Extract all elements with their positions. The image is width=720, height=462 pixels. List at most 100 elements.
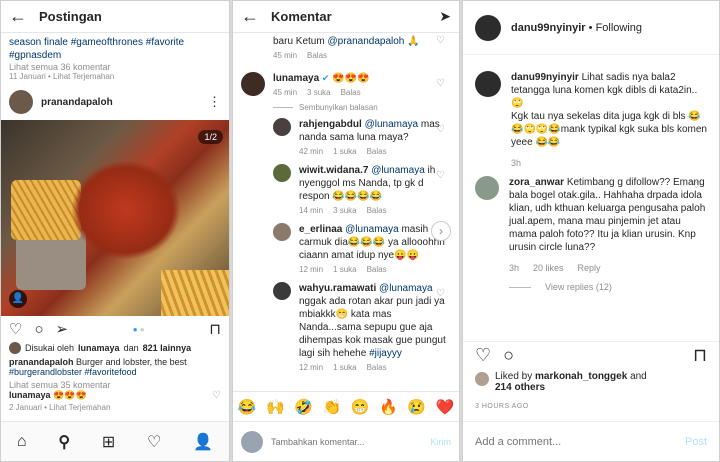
hide-replies[interactable]: Sembunyikan balasan	[233, 103, 459, 112]
comment-icon[interactable]: ○	[34, 321, 43, 338]
post-header: ← Postingan	[1, 1, 229, 33]
emoji-option[interactable]: 😢	[407, 398, 426, 416]
liked-count[interactable]: 821 lainnya	[143, 343, 192, 353]
comment-user[interactable]: danu99nyinyir	[511, 72, 579, 83]
liked-user[interactable]: markonah_tonggek	[535, 371, 627, 382]
reply-likes[interactable]: 1 suka	[333, 147, 357, 156]
view-all-comments[interactable]: Lihat semua 35 komentar	[9, 380, 221, 390]
more-options-icon[interactable]: ⋮	[208, 94, 221, 110]
reply-hashtag[interactable]: #jijayyy	[369, 348, 402, 359]
liked-count[interactable]: 214 others	[495, 382, 545, 393]
back-arrow-icon[interactable]: ←	[9, 6, 33, 27]
prev-caption[interactable]: season finale #gameofthrones #favorite #…	[9, 36, 221, 62]
following-button[interactable]: Following	[596, 22, 642, 34]
emoji-option[interactable]: 🙌	[266, 398, 285, 416]
comment-like-icon[interactable]: ♡	[436, 35, 445, 46]
user-tag-icon[interactable]: 👤	[9, 290, 27, 308]
post-username[interactable]: pranandapaloh	[41, 97, 208, 108]
photo-counter: 1/2	[198, 130, 223, 144]
comment-user[interactable]: lunamaya	[273, 73, 319, 84]
comment-like-icon[interactable]: ♡	[436, 78, 445, 89]
comment-user[interactable]: lunamaya	[9, 390, 51, 401]
chevron-right-icon[interactable]: ›	[431, 221, 451, 241]
post-author-row: pranandapaloh ⋮	[1, 84, 229, 120]
reply-link[interactable]: Balas	[367, 363, 387, 372]
post-photo[interactable]: 1/2 👤	[1, 120, 229, 316]
post-timestamp: 3 HOURS AGO	[475, 403, 529, 410]
reply-link[interactable]: Balas	[341, 88, 361, 97]
emoji-option[interactable]: ❤️	[436, 398, 455, 416]
caption-user[interactable]: pranandapaloh	[9, 357, 74, 367]
reply-user[interactable]: rahjengabdul	[299, 119, 362, 130]
comment-like-icon[interactable]: ♡	[212, 390, 221, 401]
caption-tags[interactable]: #burgerandlobster #favoritefood	[9, 367, 221, 377]
reply-link[interactable]: Balas	[307, 51, 327, 60]
bookmark-icon[interactable]: ⊓	[693, 345, 707, 366]
emoji-option[interactable]: 😂	[238, 398, 257, 416]
reply-mention[interactable]: @lunamaya	[365, 119, 419, 130]
avatar[interactable]	[9, 90, 33, 114]
post-button[interactable]: Post	[685, 436, 707, 448]
prev-view-all[interactable]: Lihat semua 36 komentar	[9, 62, 221, 72]
share-icon[interactable]: ➢	[56, 320, 69, 338]
like-icon[interactable]: ♡	[475, 345, 491, 366]
avatar[interactable]	[475, 71, 501, 97]
comment-input-bar: Kirim	[233, 421, 459, 461]
bookmark-icon[interactable]: ⊓	[209, 320, 221, 338]
desktop-comments-panel: danu99nyinyir • Following danu99nyinyir …	[462, 0, 720, 462]
liked-and: dan	[123, 343, 139, 353]
comment-icon[interactable]: ○	[503, 345, 514, 366]
comment-item: lunamaya ✔ 😍😍😍 45 min 3 suka Balas ♡	[233, 68, 459, 101]
send-button[interactable]: Kirim	[431, 437, 452, 447]
reply-likes[interactable]: 1 suka	[333, 363, 357, 372]
emoji-option[interactable]: 🔥	[379, 398, 398, 416]
add-comment-input[interactable]	[475, 435, 685, 448]
search-icon[interactable]: ⚲	[58, 432, 70, 452]
reply-likes[interactable]: 1 suka	[333, 265, 357, 274]
avatar[interactable]	[475, 176, 499, 200]
comment-like-icon[interactable]: ♡	[692, 180, 701, 191]
avatar[interactable]	[241, 72, 265, 96]
header-username[interactable]: danu99nyinyir	[511, 22, 586, 34]
profile-icon[interactable]: 👤	[193, 432, 213, 452]
avatar[interactable]	[273, 282, 291, 300]
emoji-option[interactable]: 🤣	[294, 398, 313, 416]
translate-link[interactable]: Lihat Terjemahan	[49, 403, 110, 412]
add-post-icon[interactable]: ⊞	[102, 432, 115, 452]
avatar[interactable]	[475, 14, 501, 41]
reply-user[interactable]: wiwit.widana.7	[299, 165, 368, 176]
comment-input[interactable]	[271, 436, 431, 447]
like-icon[interactable]: ♡	[9, 320, 22, 338]
reply-link[interactable]: Balas	[367, 265, 387, 274]
reply-user[interactable]: e_erlinaa	[299, 224, 342, 235]
direct-send-icon[interactable]: ➤	[439, 8, 451, 25]
reply-link[interactable]: Reply	[578, 262, 601, 275]
emoji-option[interactable]: 👏	[323, 398, 342, 416]
reply-time: 14 min	[299, 206, 324, 215]
comment-user[interactable]: zora_anwar	[509, 177, 564, 188]
avatar[interactable]	[273, 164, 291, 182]
liked-user[interactable]: lunamaya	[78, 343, 120, 353]
reply-link[interactable]: Balas	[367, 206, 387, 215]
reply-mention[interactable]: @lunamaya	[379, 283, 433, 294]
view-replies[interactable]: View replies (12)	[545, 281, 612, 294]
emoji-option[interactable]: 😁	[351, 398, 370, 416]
reply-like-icon[interactable]: ♡	[436, 170, 445, 181]
comment-likes[interactable]: 3 suka	[307, 88, 331, 97]
back-arrow-icon[interactable]: ←	[241, 6, 265, 27]
avatar[interactable]	[273, 118, 291, 136]
reply-likes[interactable]: 3 suka	[333, 206, 357, 215]
reply-like-icon[interactable]: ♡	[436, 124, 445, 135]
carousel-dots: ● ●	[132, 324, 145, 334]
reply-link[interactable]: Balas	[367, 147, 387, 156]
avatar[interactable]	[273, 223, 291, 241]
reply-like-icon[interactable]: ♡	[436, 288, 445, 299]
activity-heart-icon[interactable]: ♡	[147, 432, 161, 452]
comment-likes[interactable]: 20 likes	[533, 262, 564, 275]
prev-translate[interactable]: Lihat Terjemahan	[53, 72, 114, 81]
comment-mention[interactable]: @pranandapaloh	[327, 36, 404, 47]
reply-user[interactable]: wahyu.ramawati	[299, 283, 376, 294]
home-icon[interactable]: ⌂	[17, 433, 27, 451]
reply-mention[interactable]: @lunamaya	[371, 165, 425, 176]
reply-mention[interactable]: @lunamaya	[345, 224, 399, 235]
